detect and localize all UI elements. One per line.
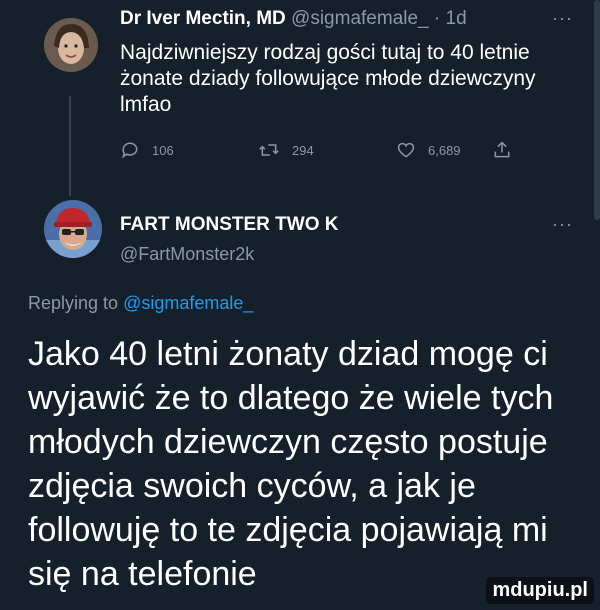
thread-line [69,96,71,196]
tweet1-more-icon[interactable]: ··· [552,8,573,29]
like-button[interactable]: 6,689 [396,140,461,160]
retweet-count: 294 [292,142,314,158]
reply-count: 106 [152,142,174,158]
tweet1-time[interactable]: · 1d [434,8,467,29]
avatar-fart-monster[interactable] [44,200,102,258]
avatar-dr-iver[interactable] [44,18,98,72]
reply-button[interactable]: 106 [120,140,174,160]
tweet2-text: Jako 40 letni żonaty dziad mogę ci wyjaw… [28,335,554,593]
reply-icon [120,140,140,160]
replying-prefix: Replying to [28,293,119,313]
replying-handle-link[interactable]: @sigmafemale_ [123,293,253,313]
tweet1-author-name[interactable]: Dr Iver Mectin, MD [120,8,286,29]
tweet1-actions: 106 294 6,689 [120,140,520,164]
tweet1-handle[interactable]: @sigmafemale_ [291,8,429,29]
retweet-icon [258,140,280,160]
tweet2-author-name[interactable]: FART MONSTER TWO K [120,214,338,236]
tweet2-more-icon[interactable]: ··· [552,214,573,235]
scrollbar[interactable] [594,0,600,220]
share-icon [492,140,512,160]
tweet1-header: Dr Iver Mectin, MD @sigmafemale_ · 1d [120,8,467,30]
watermark-logo: mdupiu.pl [486,577,594,604]
tweet1-text: Najdziwniejszy rodzaj gości tutaj to 40 … [120,41,536,116]
tweet2-handle[interactable]: @FartMonster2k [120,244,254,265]
like-icon [396,140,416,160]
replying-to: Replying to @sigmafemale_ [28,293,253,314]
share-button[interactable] [492,140,512,160]
like-count: 6,689 [428,142,461,158]
retweet-button[interactable]: 294 [258,140,314,160]
